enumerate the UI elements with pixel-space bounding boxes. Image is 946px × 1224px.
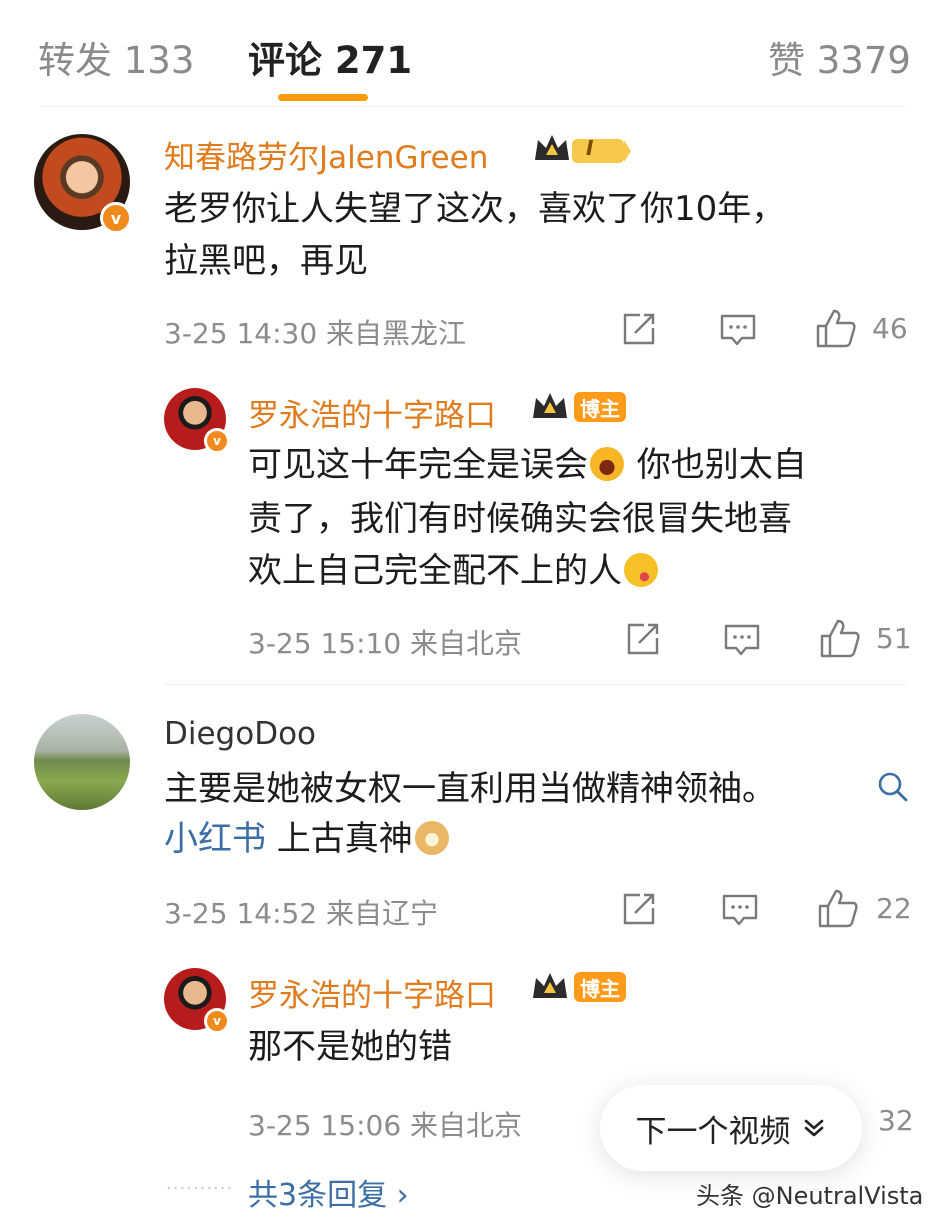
crown-icon [533,393,567,418]
like-count: 32 [878,1104,914,1137]
reply-text: 那不是她的错 [248,1027,452,1067]
verified-icon: v [100,202,132,234]
tab-likes[interactable]: 赞 3379 [768,30,911,84]
topic-link[interactable]: 小红书 [164,819,266,859]
level-badge: I [586,136,594,160]
thumbs-up-icon[interactable] [818,616,862,660]
more-replies-link[interactable]: 共3条回复 › [248,1170,409,1214]
reply-text: 可见这十年完全是误会 你也别太自 [248,445,807,485]
tab-comments[interactable]: 评论 271 [248,30,412,84]
next-video-button[interactable]: 下一个视频 [600,1085,862,1171]
next-video-label: 下一个视频 [635,1113,791,1150]
tongue-emoji-icon [624,553,658,587]
chevron-down-icon [804,1119,823,1137]
share-icon[interactable] [620,310,658,348]
comment-text: 老罗你让人失望了这次，喜欢了你10年， [164,189,786,229]
reply-text-cont: 欢上自己完全配不上的人 [248,542,660,600]
search-icon[interactable] [876,770,910,804]
member-crown-icon [535,135,631,163]
share-icon[interactable] [624,620,662,658]
laughing-emoji-icon [590,447,624,481]
comment-username[interactable]: DiegoDoo [164,716,316,752]
reply-text-cont: 责了，我们有时候确实会很冒失地喜 [248,499,792,539]
divider-dots: ·········· [166,1178,234,1199]
like-count: 22 [876,892,912,925]
blogger-tag: 博主 [574,392,626,422]
thumbs-up-icon[interactable] [814,306,858,350]
divider [164,684,906,685]
verified-icon: v [204,1008,230,1034]
like-count: 46 [872,312,908,345]
comment-icon[interactable] [718,310,758,350]
reply-meta: 3-25 15:06 来自北京 [248,1109,523,1142]
reply-username[interactable]: 罗永浩的十字路口 [248,970,496,1015]
verified-icon: v [204,428,230,454]
reply-meta: 3-25 15:10 来自北京 [248,627,523,660]
blogger-tag: 博主 [574,972,626,1002]
thumbs-up-icon[interactable] [816,886,860,930]
comment-username[interactable]: 知春路劳尔JalenGreen [164,132,488,177]
share-icon[interactable] [620,890,658,928]
like-count: 51 [876,622,912,655]
comment-text-cont: 小红书 上古真神 [164,810,451,868]
active-tab-indicator [278,94,368,101]
avatar[interactable] [34,714,130,810]
comment-icon[interactable] [720,890,760,930]
tab-repost[interactable]: 转发 133 [38,30,194,84]
doge-emoji-icon [414,821,449,855]
tab-divider [40,106,906,107]
watermark: 头条 @NeutralVista [696,1182,924,1210]
comment-meta: 3-25 14:30 来自黑龙江 [164,317,467,350]
comment-meta: 3-25 14:52 来自辽宁 [164,897,439,930]
comment-icon[interactable] [722,620,762,660]
comment-text-cont: 拉黑吧，再见 [164,241,368,281]
reply-username[interactable]: 罗永浩的十字路口 [248,390,496,435]
crown-icon [533,973,567,998]
